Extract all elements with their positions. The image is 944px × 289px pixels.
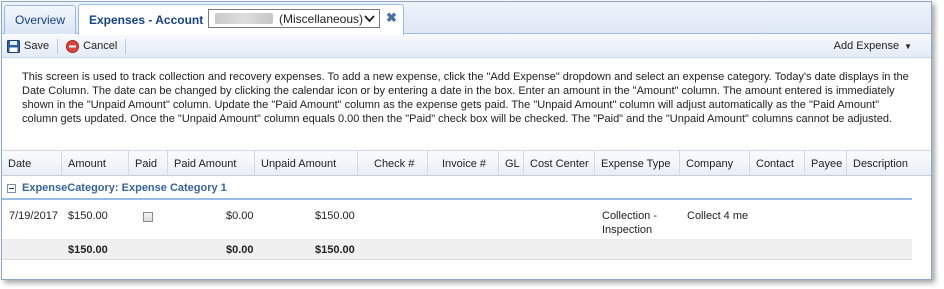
totals-row: $150.00 $0.00 $150.00 <box>2 240 912 260</box>
close-icon[interactable]: ✖ <box>386 10 397 26</box>
redacted-account-name <box>215 13 273 24</box>
add-expense-dropdown[interactable]: Add Expense ▼ <box>829 36 917 57</box>
cell-paid-amount[interactable]: $0.00 <box>226 209 254 223</box>
caret-down-icon: ▼ <box>904 41 912 51</box>
column-header-date[interactable]: Date <box>2 151 62 176</box>
expenses-window: Overview Expenses - Account (Miscellaneo… <box>1 1 932 280</box>
expense-type-line-2: Inspection <box>602 224 653 236</box>
expenses-grid: Date Amount Paid Paid Amount Unpaid Amou… <box>2 150 931 260</box>
column-header-gl[interactable]: GL <box>499 151 524 176</box>
column-header-cost-center[interactable]: Cost Center <box>524 151 595 176</box>
cancel-button-label: Cancel <box>83 40 118 52</box>
column-header-contact[interactable]: Contact <box>750 151 805 176</box>
column-header-invoice-number[interactable]: Invoice # <box>428 151 499 176</box>
group-label: ExpenseCategory: Expense Category 1 <box>22 182 227 194</box>
column-header-company[interactable]: Company <box>680 151 750 176</box>
total-paid-amount: $0.00 <box>226 244 254 256</box>
column-header-paid-amount[interactable]: Paid Amount <box>168 151 255 176</box>
instructions-text: This screen is used to track collection … <box>22 71 909 125</box>
column-header-amount[interactable]: Amount <box>62 151 129 176</box>
total-unpaid-amount: $150.00 <box>315 244 355 256</box>
column-header-paid[interactable]: Paid <box>129 151 168 176</box>
account-select[interactable]: (Miscellaneous) <box>208 9 380 28</box>
total-amount: $150.00 <box>68 244 108 256</box>
grid-header: Date Amount Paid Paid Amount Unpaid Amou… <box>2 150 931 176</box>
cell-amount[interactable]: $150.00 <box>68 209 108 223</box>
cell-company[interactable]: Collect 4 me <box>687 209 748 223</box>
column-header-unpaid-amount[interactable]: Unpaid Amount <box>255 151 358 176</box>
tab-expenses-label: Expenses - Account <box>89 13 204 27</box>
chevron-down-icon[interactable] <box>362 12 376 26</box>
save-button-label: Save <box>24 40 50 52</box>
column-header-expense-type[interactable]: Expense Type <box>595 151 680 176</box>
column-header-payee[interactable]: Payee <box>805 151 847 176</box>
floppy-disk-icon <box>7 39 20 53</box>
cell-expense-type[interactable]: Collection - Inspection <box>602 209 657 237</box>
save-button[interactable]: Save <box>2 36 54 57</box>
toolbar-divider <box>125 38 127 54</box>
column-header-description[interactable]: Description <box>847 151 912 176</box>
tab-overview[interactable]: Overview <box>4 5 76 34</box>
tab-bar: Overview Expenses - Account (Miscellaneo… <box>2 2 931 35</box>
account-select-value: (Miscellaneous) <box>279 11 364 26</box>
add-expense-label: Add Expense <box>833 40 900 52</box>
tab-overview-label: Overview <box>14 13 65 27</box>
paid-checkbox[interactable] <box>143 212 153 222</box>
cancel-circle-icon <box>66 39 80 53</box>
toolbar-divider <box>57 38 59 54</box>
collapse-minus-icon[interactable] <box>7 183 16 193</box>
toolbar: Save Cancel Add Expense ▼ <box>2 35 931 58</box>
cell-date[interactable]: 7/19/2017 <box>9 209 58 223</box>
expense-type-line-1: Collection - <box>602 210 658 222</box>
table-row[interactable]: 7/19/2017 $150.00 $0.00 $150.00 Collecti… <box>2 204 912 240</box>
column-header-check-number[interactable]: Check # <box>358 151 428 176</box>
group-header-row[interactable]: ExpenseCategory: Expense Category 1 <box>2 178 912 200</box>
cell-unpaid-amount: $150.00 <box>315 210 355 222</box>
cancel-button[interactable]: Cancel <box>61 36 122 57</box>
